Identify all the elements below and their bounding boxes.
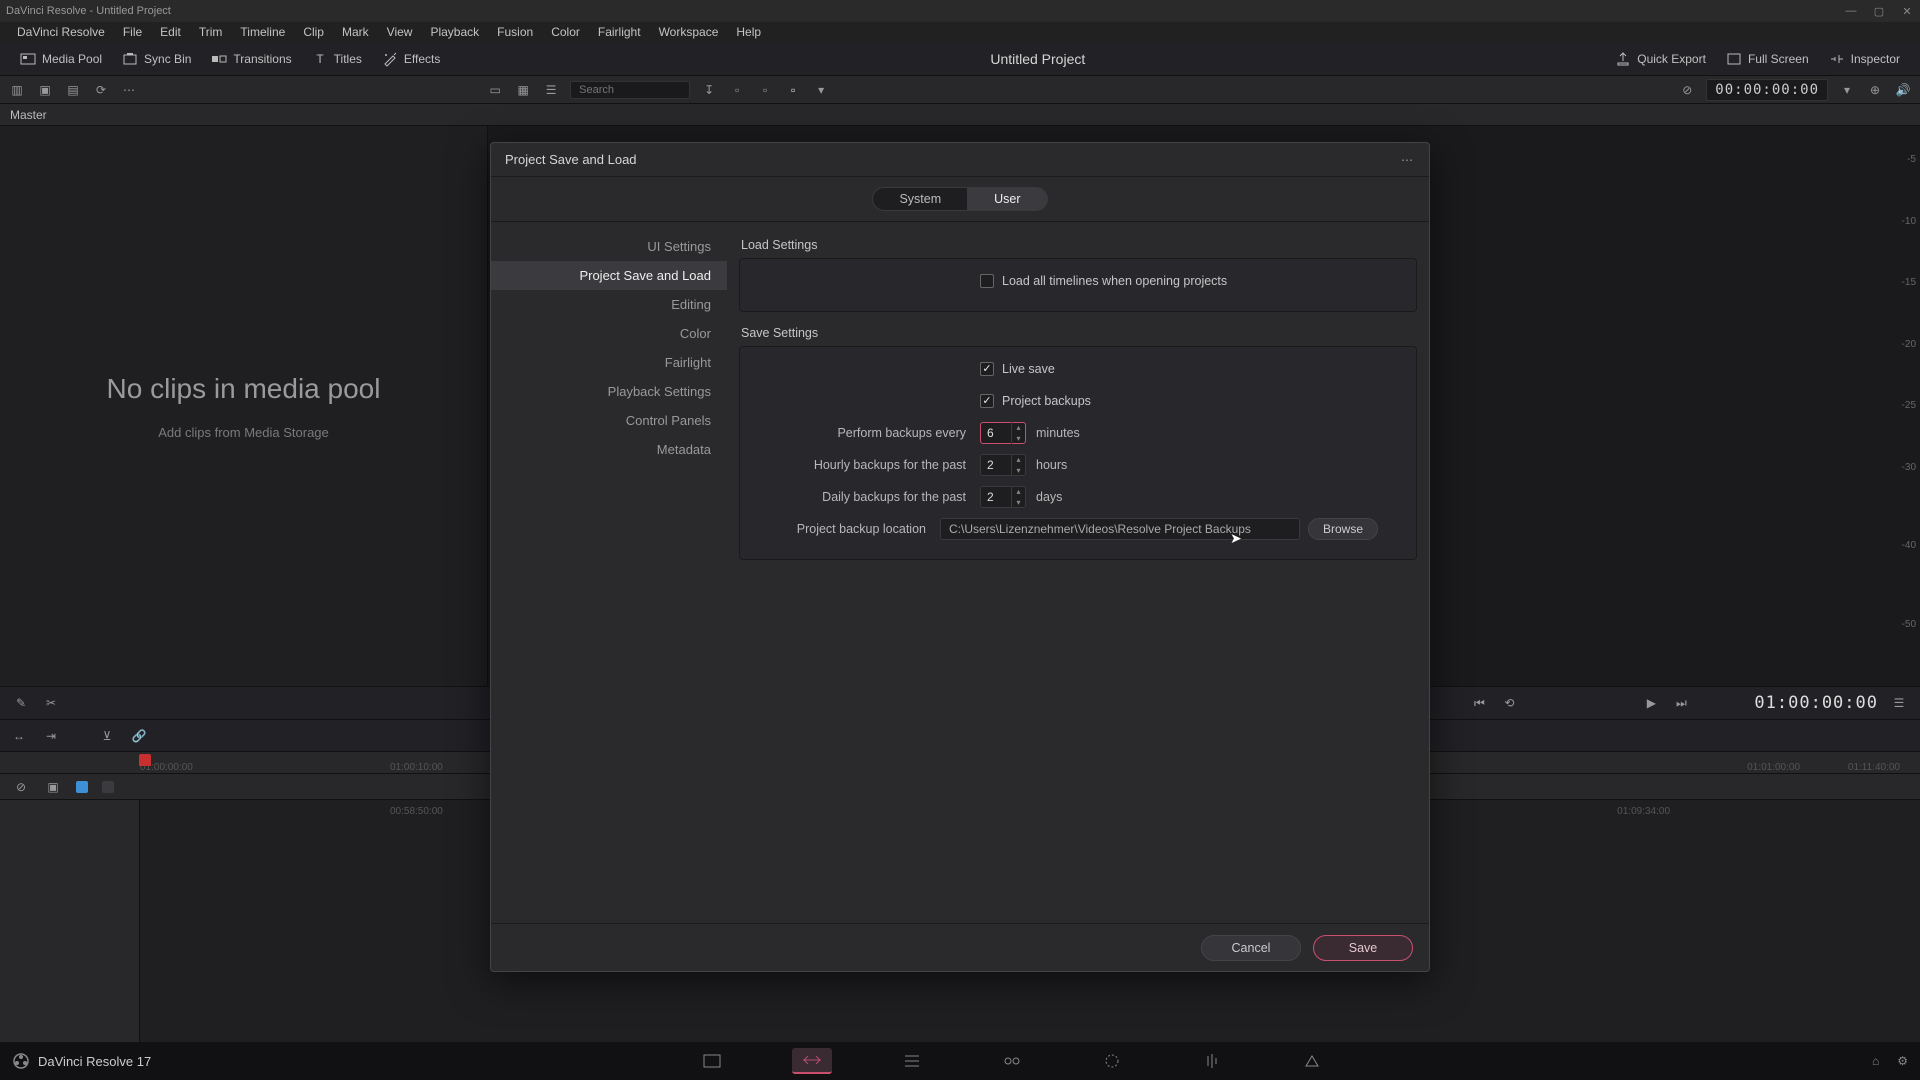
backup-location-input[interactable]	[940, 518, 1300, 540]
hourly-backups-spinner[interactable]: ▴▾	[980, 454, 1026, 476]
cancel-button[interactable]: Cancel	[1201, 935, 1301, 961]
load-all-timelines-label: Load all timelines when opening projects	[1002, 274, 1227, 288]
modal-backdrop: Project Save and Load ⋯ System User UI S…	[0, 0, 1920, 1080]
daily-backups-unit: days	[1036, 490, 1062, 504]
sidebar-project-save[interactable]: Project Save and Load	[491, 261, 727, 290]
hourly-backups-input[interactable]	[981, 458, 1011, 472]
preferences-sidebar: UI Settings Project Save and Load Editin…	[491, 222, 727, 923]
browse-button[interactable]: Browse	[1308, 518, 1378, 540]
sidebar-control-panels[interactable]: Control Panels	[491, 406, 727, 435]
spinner-down-icon[interactable]: ▾	[1012, 497, 1025, 508]
project-backups-label: Project backups	[1002, 394, 1091, 408]
sidebar-editing[interactable]: Editing	[491, 290, 727, 319]
spinner-up-icon[interactable]: ▴	[1012, 422, 1025, 433]
daily-backups-spinner[interactable]: ▴▾	[980, 486, 1026, 508]
dialog-tabs: System User	[491, 177, 1429, 222]
daily-backups-label: Daily backups for the past	[750, 490, 980, 504]
live-save-label: Live save	[1002, 362, 1055, 376]
perform-backups-label: Perform backups every	[750, 426, 980, 440]
tab-user[interactable]: User	[968, 187, 1047, 211]
dialog-title: Project Save and Load	[505, 152, 637, 167]
preferences-content: Load Settings Load all timelines when op…	[727, 222, 1429, 923]
daily-backups-input[interactable]	[981, 490, 1011, 504]
hourly-backups-unit: hours	[1036, 458, 1067, 472]
live-save-checkbox[interactable]	[980, 362, 994, 376]
spinner-up-icon[interactable]: ▴	[1012, 486, 1025, 497]
perform-backups-spinner[interactable]: ▴▾	[980, 422, 1026, 444]
tab-system[interactable]: System	[872, 187, 968, 211]
perform-backups-unit: minutes	[1036, 426, 1080, 440]
sidebar-fairlight[interactable]: Fairlight	[491, 348, 727, 377]
save-settings-heading: Save Settings	[741, 326, 1415, 340]
spinner-up-icon[interactable]: ▴	[1012, 454, 1025, 465]
spinner-down-icon[interactable]: ▾	[1012, 465, 1025, 476]
project-backups-checkbox[interactable]	[980, 394, 994, 408]
load-all-timelines-checkbox[interactable]	[980, 274, 994, 288]
dialog-menu-icon[interactable]: ⋯	[1401, 153, 1415, 167]
spinner-down-icon[interactable]: ▾	[1012, 433, 1025, 444]
perform-backups-input[interactable]	[981, 426, 1011, 440]
sidebar-playback[interactable]: Playback Settings	[491, 377, 727, 406]
backup-location-label: Project backup location	[750, 522, 940, 536]
dialog-footer: Cancel Save	[491, 923, 1429, 971]
sidebar-ui-settings[interactable]: UI Settings	[491, 232, 727, 261]
sidebar-color[interactable]: Color	[491, 319, 727, 348]
sidebar-metadata[interactable]: Metadata	[491, 435, 727, 464]
dialog-header: Project Save and Load ⋯	[491, 143, 1429, 177]
hourly-backups-label: Hourly backups for the past	[750, 458, 980, 472]
preferences-dialog: Project Save and Load ⋯ System User UI S…	[490, 142, 1430, 972]
save-button[interactable]: Save	[1313, 935, 1413, 961]
load-settings-heading: Load Settings	[741, 238, 1415, 252]
